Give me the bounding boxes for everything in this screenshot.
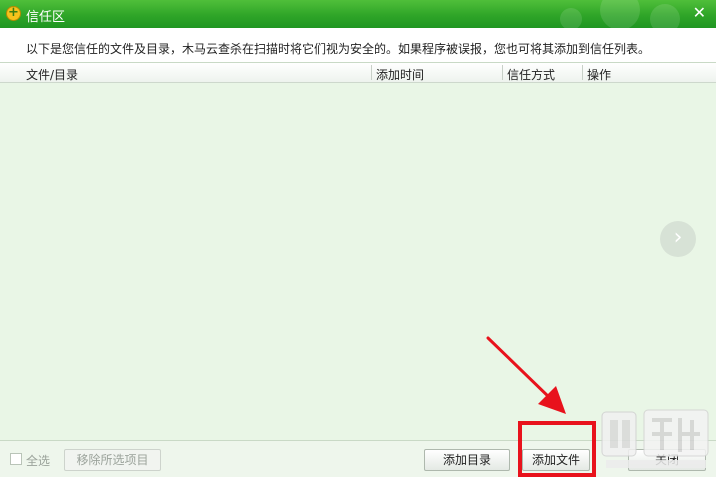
remove-selected-button[interactable]: 移除所选项目 (64, 449, 161, 471)
title-bar-decoration (650, 4, 680, 28)
close-button[interactable]: 关闭 (628, 449, 706, 471)
title-bar: + 信任区 ✕ (0, 0, 716, 28)
column-header-add-time[interactable]: 添加时间 (376, 66, 424, 83)
column-header-file-dir[interactable]: 文件/目录 (26, 66, 78, 83)
column-header-trust-method[interactable]: 信任方式 (507, 66, 555, 83)
column-separator[interactable] (502, 65, 503, 80)
bottom-toolbar: 全选 移除所选项目 添加目录 添加文件 关闭 (0, 440, 716, 477)
close-icon[interactable]: ✕ (693, 3, 706, 23)
title-bar-decoration (600, 0, 640, 28)
info-text: 以下是您信任的文件及目录，木马云查杀在扫描时将它们视为安全的。如果程序被误报，您… (26, 42, 651, 56)
window-title: 信任区 (26, 10, 66, 25)
select-all-checkbox[interactable] (10, 453, 22, 465)
app-logo-icon: + (6, 6, 21, 21)
info-bar: 以下是您信任的文件及目录，木马云查杀在扫描时将它们视为安全的。如果程序被误报，您… (0, 28, 716, 62)
table-header: 文件/目录 添加时间 信任方式 操作 (0, 63, 716, 83)
column-separator[interactable] (582, 65, 583, 80)
title-bar-decoration (560, 8, 582, 28)
chevron-right-icon[interactable]: › (660, 221, 696, 257)
column-header-action[interactable]: 操作 (587, 66, 611, 83)
select-all-label: 全选 (26, 454, 51, 468)
column-separator[interactable] (371, 65, 372, 80)
add-file-button[interactable]: 添加文件 (522, 449, 590, 471)
add-directory-button[interactable]: 添加目录 (424, 449, 510, 471)
trust-list-table: 文件/目录 添加时间 信任方式 操作 › (0, 62, 716, 440)
